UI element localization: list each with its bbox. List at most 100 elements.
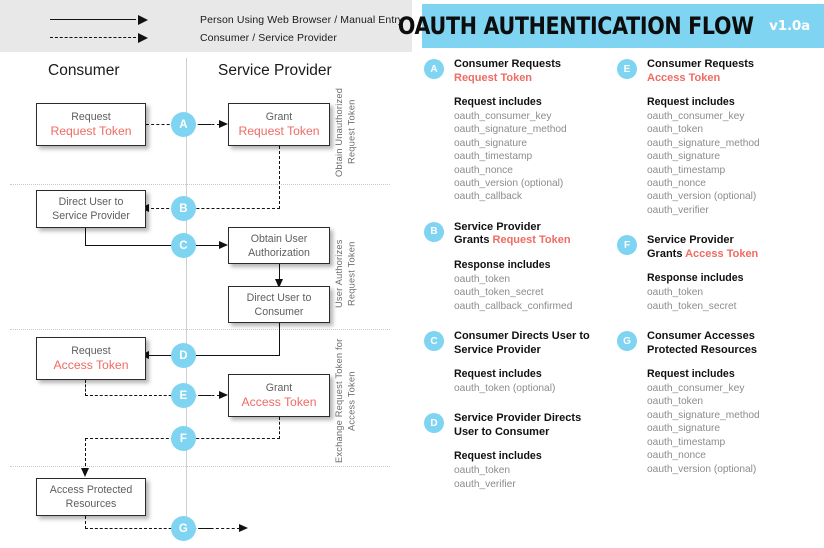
spec-subhead: Request includes bbox=[647, 96, 735, 108]
node-line-2: Access Token bbox=[241, 395, 317, 409]
connector-f-vertical-right bbox=[279, 417, 280, 439]
spec-param: oauth_nonce bbox=[647, 450, 706, 462]
spec-title-accent: Access Token bbox=[685, 247, 759, 260]
spec-badge-a: A bbox=[424, 59, 444, 79]
phase-divider-3 bbox=[10, 466, 390, 467]
node-line-1: Obtain User Authorization bbox=[248, 232, 310, 259]
spec-param: oauth_token bbox=[647, 287, 704, 299]
spec-param: oauth_version (optional) bbox=[647, 191, 757, 203]
step-badge-a: A bbox=[171, 112, 196, 137]
spec-block-g: G Consumer Accesses Protected Resources Re… bbox=[617, 330, 803, 476]
spec-param: oauth_verifier bbox=[647, 204, 709, 216]
step-badge-f: F bbox=[171, 426, 196, 451]
node-grant-access-token: Grant Access Token bbox=[228, 374, 330, 417]
node-line-1: Request bbox=[71, 111, 111, 123]
arrowhead-g bbox=[239, 524, 248, 532]
spec-param: oauth_token bbox=[454, 465, 511, 477]
node-direct-user-to-service-provider: Direct User to Service Provider bbox=[36, 190, 146, 228]
spec-title: Service Provider Grants Access Token bbox=[647, 234, 803, 261]
phase-divider-2 bbox=[10, 329, 390, 330]
connector-d-vertical bbox=[279, 323, 280, 356]
phase-divider-1 bbox=[10, 184, 390, 185]
solid-arrow-icon bbox=[50, 15, 148, 25]
node-line-1: Grant bbox=[265, 111, 293, 123]
spec-param: oauth_signature bbox=[647, 151, 721, 163]
node-obtain-user-authorization: Obtain User Authorization bbox=[228, 227, 330, 264]
spec-title: Consumer Requests Access Token bbox=[647, 58, 803, 85]
spec-title-accent: Request Token bbox=[454, 71, 533, 84]
spec-param: oauth_signature bbox=[647, 423, 721, 435]
connector-e-horizontal-2 bbox=[200, 395, 220, 396]
step-badge-e: E bbox=[171, 383, 196, 408]
spec-param: oauth_signature bbox=[454, 137, 528, 149]
spec-title-plain: Service Provider Directs User to Consume… bbox=[454, 412, 582, 438]
spec-param: oauth_signature_method bbox=[647, 137, 760, 149]
spec-param: oauth_nonce bbox=[647, 178, 706, 190]
spec-param: oauth_consumer_key bbox=[647, 383, 745, 395]
step-badge-d: D bbox=[171, 343, 196, 368]
spec-subhead: Request includes bbox=[454, 368, 542, 381]
spec-title: Consumer Directs User to Service Provide… bbox=[454, 330, 610, 357]
legend-row-manual: Person Using Web Browser / Manual Entry bbox=[50, 11, 403, 29]
spec-param: oauth_verifier bbox=[454, 478, 516, 490]
spec-param: oauth_consumer_key bbox=[647, 111, 745, 122]
spec-param: oauth_token bbox=[647, 124, 704, 136]
connector-f-vertical-left bbox=[85, 438, 86, 471]
spec-title: Consumer Accesses Protected Resources bbox=[647, 330, 803, 357]
spec-param: oauth_token_secret bbox=[647, 300, 737, 312]
spec-param: oauth_token_secret bbox=[454, 287, 544, 299]
title-banner: OAUTH AUTHENTICATION FLOW v1.0a bbox=[397, 4, 824, 48]
arrowhead-e bbox=[219, 391, 228, 399]
arrowhead-f bbox=[81, 468, 89, 477]
spec-column-left: A Consumer Requests Request Token Request … bbox=[424, 58, 610, 508]
connector-e-vertical bbox=[85, 380, 86, 396]
spec-param: oauth_token bbox=[647, 396, 704, 408]
spec-badge-g: G bbox=[617, 331, 637, 352]
spec-block-b: B Service Provider Grants Request Token Re… bbox=[424, 221, 610, 313]
flow-diagram-panel: Person Using Web Browser / Manual Entry … bbox=[0, 0, 412, 548]
version-label: v1.0a bbox=[769, 18, 810, 34]
spec-title: Service Provider Grants Request Token bbox=[454, 221, 610, 248]
legend-row-machine: Consumer / Service Provider bbox=[50, 29, 337, 47]
legend-label-machine: Consumer / Service Provider bbox=[200, 32, 337, 44]
spec-param: oauth_callback bbox=[454, 191, 522, 203]
connector-b-vertical bbox=[279, 146, 280, 209]
legend: Person Using Web Browser / Manual Entry … bbox=[0, 0, 412, 52]
spec-block-f: F Service Provider Grants Access Token Res… bbox=[617, 234, 803, 313]
spec-param: oauth_timestamp bbox=[647, 436, 726, 448]
spec-title-plain: Consumer Accesses Protected Resources bbox=[647, 330, 758, 356]
node-request-access-token: Request Access Token bbox=[36, 337, 146, 380]
oauth-flow-poster: Person Using Web Browser / Manual Entry … bbox=[0, 0, 824, 548]
spec-param: oauth_token (optional) bbox=[454, 383, 556, 395]
node-line-1: Access Protected Resources bbox=[49, 484, 133, 510]
node-direct-user-to-consumer: Direct User to Consumer bbox=[228, 286, 330, 323]
step-badge-c: C bbox=[171, 233, 196, 258]
spec-badge-b: B bbox=[424, 221, 444, 242]
node-line-2: Request Token bbox=[50, 124, 132, 138]
spec-param: oauth_signature_method bbox=[454, 124, 567, 136]
spec-subhead: Request includes bbox=[454, 450, 542, 463]
spec-param: oauth_callback_confirmed bbox=[454, 300, 573, 312]
legend-label-manual: Person Using Web Browser / Manual Entry bbox=[200, 14, 404, 26]
spec-param: oauth_version (optional) bbox=[454, 178, 564, 190]
node-line-2: Access Token bbox=[53, 358, 129, 372]
connector-c-horizontal bbox=[85, 245, 221, 246]
node-request-request-token: Request Request Token bbox=[36, 103, 146, 146]
spec-param: oauth_token bbox=[454, 273, 511, 285]
node-line-2: Request Token bbox=[238, 124, 320, 138]
spec-block-e: E Consumer Requests Access Token Request i… bbox=[617, 58, 803, 217]
node-line-1: Request bbox=[71, 345, 111, 357]
spec-title: Service Provider Directs User to Consume… bbox=[454, 412, 610, 439]
spec-title-plain: Consumer Requests bbox=[454, 58, 561, 70]
page-title: OAUTH AUTHENTICATION FLOW bbox=[397, 12, 754, 40]
connector-c-vertical bbox=[85, 228, 86, 246]
spec-badge-e: E bbox=[617, 59, 637, 79]
spec-badge-d: D bbox=[424, 413, 444, 434]
node-grant-request-token: Grant Request Token bbox=[228, 103, 330, 146]
phase-label-user-authorizes-request-token: User Authorizes Request Token bbox=[334, 239, 357, 309]
node-line-1: Direct User to Service Provider bbox=[52, 196, 130, 222]
spec-title: Consumer Requests Request Token bbox=[454, 58, 610, 85]
node-line-1: Direct User to Consumer bbox=[246, 291, 312, 318]
spec-param: oauth_timestamp bbox=[454, 151, 533, 163]
step-badge-g: G bbox=[171, 516, 196, 541]
